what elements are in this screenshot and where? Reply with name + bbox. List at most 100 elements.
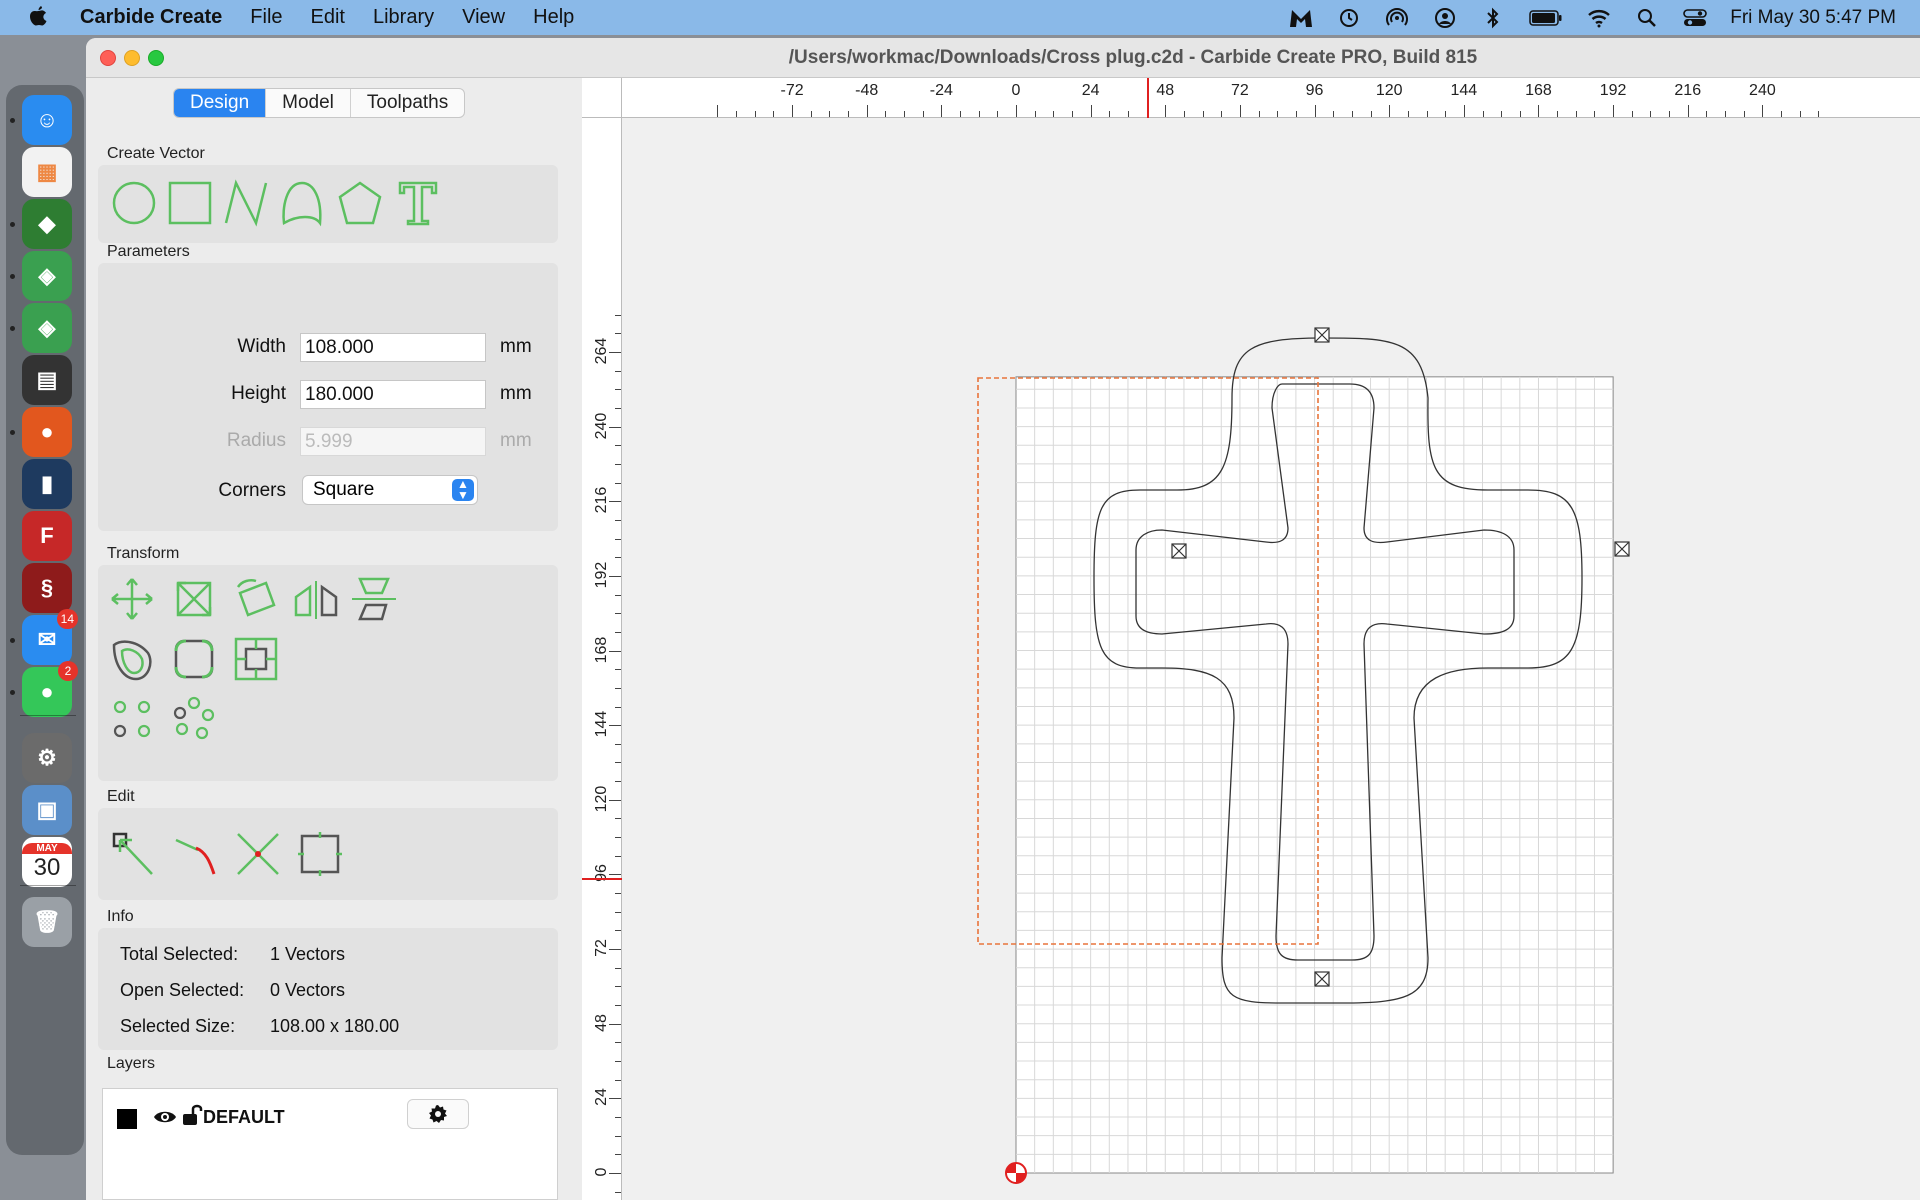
dock-app-phone[interactable]: ▮ <box>22 459 72 509</box>
move-icon[interactable] <box>106 573 158 625</box>
align-icon[interactable] <box>348 573 400 625</box>
linear-array-icon[interactable] <box>106 693 158 745</box>
dock-calendar[interactable]: MAY 30 <box>22 837 72 887</box>
launchpad-icon: ▦ <box>36 159 58 184</box>
tab-design[interactable]: Design <box>174 89 267 117</box>
ruler-tick <box>941 105 943 117</box>
time-machine-icon[interactable] <box>1336 5 1362 31</box>
corners-select[interactable]: Square ▲ ▼ <box>302 475 478 505</box>
curve-tool-icon[interactable] <box>276 177 328 229</box>
ruler-tick <box>615 613 621 615</box>
user-icon[interactable] <box>1432 5 1458 31</box>
scale-icon[interactable] <box>168 573 220 625</box>
canvas-drawing[interactable] <box>582 78 1920 1200</box>
dock-carbide-create-2[interactable]: ◈ <box>22 303 72 353</box>
ruler-tick <box>1743 111 1745 117</box>
origin-marker-quadrant <box>1016 1173 1026 1183</box>
join-vectors-icon[interactable] <box>294 828 346 880</box>
polyline-tool-icon[interactable] <box>220 177 272 229</box>
dock-launchpad[interactable]: ▦ <box>22 147 72 197</box>
ruler-tick <box>1016 105 1017 117</box>
dock-preview[interactable]: ▣ <box>22 785 72 835</box>
trim-icon[interactable] <box>170 828 222 880</box>
apple-menu-icon[interactable] <box>28 4 64 32</box>
menu-edit[interactable]: Edit <box>311 6 345 29</box>
dock-badge: 14 <box>56 609 78 629</box>
battery-icon[interactable] <box>1528 5 1564 31</box>
spotlight-icon[interactable] <box>1634 5 1660 31</box>
airdrop-icon[interactable] <box>1384 5 1410 31</box>
unlock-icon[interactable] <box>181 1103 203 1132</box>
ruler-tick <box>922 111 924 117</box>
dock-carbide-create-1[interactable]: ◈ <box>22 251 72 301</box>
dock-mail[interactable]: ✉ 14 <box>22 609 78 665</box>
height-field[interactable] <box>300 380 486 409</box>
bluetooth-icon[interactable] <box>1480 5 1506 31</box>
boolean-icon[interactable] <box>230 633 282 685</box>
gear-icon <box>429 1105 447 1123</box>
selected-size-label: Selected Size: <box>120 1016 236 1036</box>
tab-model[interactable]: Model <box>266 89 351 117</box>
window-title: /Users/workmac/Downloads/Cross plug.c2d … <box>788 47 1478 68</box>
dock-system-settings[interactable]: ⚙ <box>22 733 72 783</box>
dock-trash[interactable]: 🗑 <box>22 897 72 947</box>
mirror-icon[interactable] <box>290 573 342 625</box>
cursor-position-marker-y <box>582 877 622 880</box>
corners-value: Square <box>313 479 375 500</box>
text-tool-icon[interactable] <box>392 177 444 229</box>
layer-color-swatch[interactable] <box>117 1109 137 1129</box>
dock-app-dragon[interactable]: § <box>22 563 72 613</box>
corners-label: Corners <box>218 480 286 501</box>
ruler-tick <box>615 407 621 409</box>
ruler-tick <box>848 111 850 117</box>
layer-name[interactable]: DEFAULT <box>203 1107 285 1128</box>
dock-carbide-3d[interactable]: ◆ <box>22 199 72 249</box>
ruler-tick <box>829 111 831 117</box>
fillet-icon[interactable] <box>168 633 220 685</box>
menubar-clock[interactable]: Fri May 30 5:47 PM <box>1730 7 1896 29</box>
cut-at-intersection-icon[interactable] <box>232 828 284 880</box>
dock-firefox[interactable]: ● <box>22 407 72 457</box>
rotate-icon[interactable] <box>230 573 282 625</box>
ruler-tick-label: 168 <box>593 636 610 663</box>
dock: ☺ ▦ ◆ ◈ ◈ ▤ ● ▮ F § ✉ 14 ● 2 ⚙ ▣ MAY 30 🗑 <box>6 85 84 1155</box>
wifi-icon[interactable] <box>1586 5 1612 31</box>
mail-icon: ✉ <box>37 627 57 652</box>
circle-tool-icon[interactable] <box>108 177 160 229</box>
offset-icon[interactable] <box>106 633 158 685</box>
rectangle-tool-icon[interactable] <box>164 177 216 229</box>
node-edit-icon[interactable] <box>108 828 160 880</box>
polygon-tool-icon[interactable] <box>334 177 386 229</box>
menu-library[interactable]: Library <box>373 6 434 29</box>
circular-array-icon[interactable] <box>168 693 220 745</box>
ruler-tick <box>615 1061 621 1063</box>
dock-running-indicator <box>10 326 15 331</box>
ruler-tick <box>997 111 999 117</box>
control-center-icon[interactable] <box>1682 5 1708 31</box>
ruler-tick <box>1445 111 1447 117</box>
dock-badge: 2 <box>58 661 78 681</box>
mode-tabs: Design Model Toolpaths <box>173 88 466 118</box>
dock-messages[interactable]: ● 2 <box>22 661 78 717</box>
menu-file[interactable]: File <box>250 6 282 29</box>
radius-unit: mm <box>500 430 532 451</box>
app-name-menu[interactable]: Carbide Create <box>80 6 222 29</box>
eye-icon[interactable] <box>153 1107 177 1132</box>
width-field[interactable] <box>300 333 486 362</box>
tab-toolpaths[interactable]: Toolpaths <box>351 89 464 117</box>
design-canvas[interactable]: -72 -48 -24 0 24 48 72 96 120 144 168 192 216 240 264… <box>582 78 1920 1200</box>
layer-settings-button[interactable] <box>407 1099 469 1129</box>
title-bar[interactable]: /Users/workmac/Downloads/Cross plug.c2d … <box>86 38 1920 78</box>
layers-heading: Layers <box>107 1055 156 1072</box>
dock-calculator[interactable]: ▤ <box>22 355 72 405</box>
dock-finder[interactable]: ☺ <box>22 95 72 145</box>
ruler-tick <box>1071 111 1073 117</box>
menu-help[interactable]: Help <box>533 6 574 29</box>
malwarebytes-icon[interactable] <box>1288 5 1314 31</box>
ruler-tick <box>615 893 621 895</box>
layer-row[interactable]: DEFAULT <box>103 1089 557 1139</box>
ruler-tick <box>792 105 794 117</box>
width-unit: mm <box>500 336 532 357</box>
menu-view[interactable]: View <box>462 6 505 29</box>
dock-fusion[interactable]: F <box>22 511 72 561</box>
